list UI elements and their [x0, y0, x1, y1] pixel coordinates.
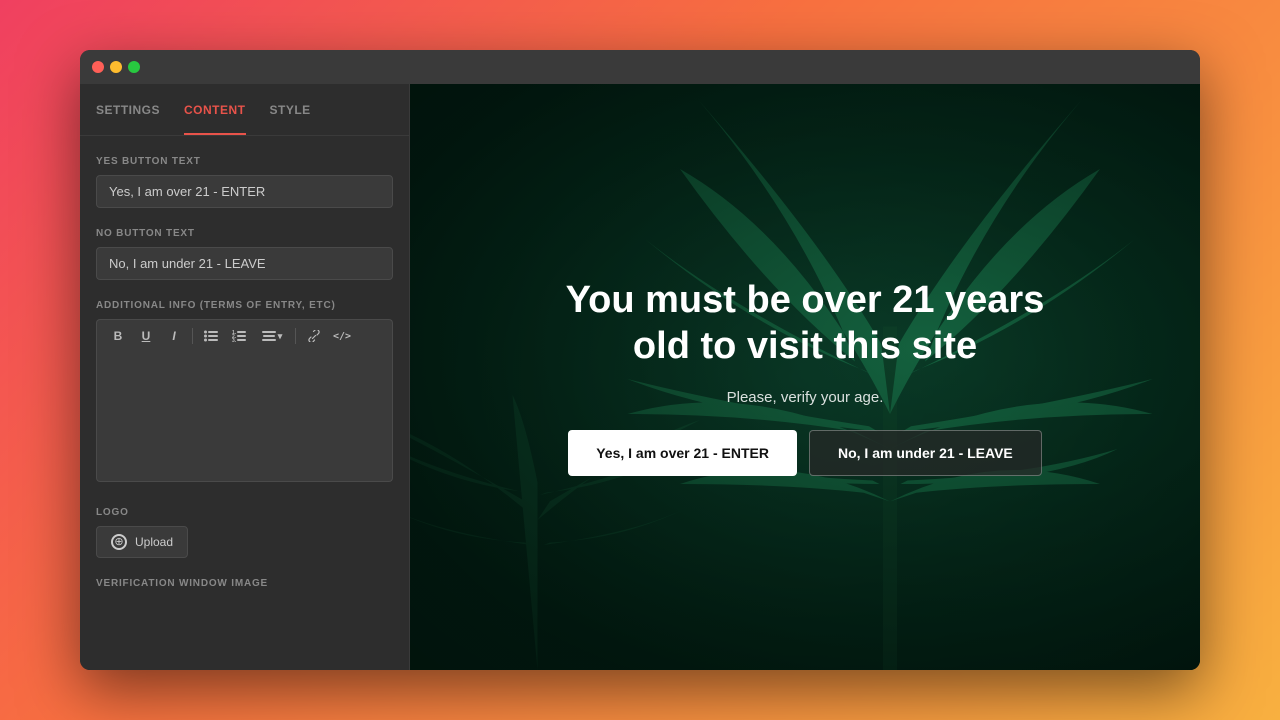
logo-label: LOGO: [96, 507, 393, 518]
ordered-list-button[interactable]: 1. 2. 3.: [226, 324, 252, 348]
yes-button-field-group: YES BUTTON TEXT: [96, 156, 393, 208]
rich-text-toolbar: B U I 1.: [96, 319, 393, 352]
titlebar: [80, 50, 1200, 84]
toolbar-divider-1: [192, 328, 193, 344]
code-button[interactable]: </>: [329, 324, 355, 348]
left-panel: SETTINGS CONTENT STYLE YES BUTTON TEXT: [80, 84, 410, 670]
upload-icon: ⊕: [111, 534, 127, 550]
unordered-list-button[interactable]: [198, 324, 224, 348]
traffic-light-yellow[interactable]: [110, 61, 122, 73]
preview-subtext: Please, verify your age.: [727, 389, 884, 406]
verification-window-label: VERIFICATION WINDOW IMAGE: [96, 578, 393, 589]
upload-button[interactable]: ⊕ Upload: [96, 526, 188, 558]
tab-content[interactable]: CONTENT: [184, 84, 246, 135]
preview-content: You must be over 21 years old to visit t…: [495, 278, 1115, 476]
additional-info-field-group: ADDITIONAL INFO (TERMS OF ENTRY, ETC) B …: [96, 300, 393, 487]
italic-button[interactable]: I: [161, 324, 187, 348]
toolbar-divider-2: [295, 328, 296, 344]
tab-bar: SETTINGS CONTENT STYLE: [80, 84, 409, 136]
additional-info-textarea[interactable]: [96, 352, 393, 482]
underline-button[interactable]: U: [133, 324, 159, 348]
preview-yes-button[interactable]: Yes, I am over 21 - ENTER: [568, 430, 797, 476]
right-panel: You must be over 21 years old to visit t…: [410, 84, 1200, 670]
no-button-field-group: NO BUTTON TEXT: [96, 228, 393, 280]
logo-field-group: LOGO ⊕ Upload: [96, 507, 393, 558]
traffic-light-red[interactable]: [92, 61, 104, 73]
app-window: SETTINGS CONTENT STYLE YES BUTTON TEXT: [80, 50, 1200, 670]
align-button[interactable]: ▾: [254, 324, 290, 348]
svg-text:3.: 3.: [232, 338, 237, 342]
tab-style[interactable]: STYLE: [270, 84, 311, 135]
tab-settings[interactable]: SETTINGS: [96, 84, 160, 135]
no-button-label: NO BUTTON TEXT: [96, 228, 393, 239]
traffic-lights: [92, 61, 140, 73]
main-area: SETTINGS CONTENT STYLE YES BUTTON TEXT: [80, 84, 1200, 670]
preview-buttons: Yes, I am over 21 - ENTER No, I am under…: [568, 430, 1042, 476]
yes-button-input[interactable]: [96, 175, 393, 208]
traffic-light-green[interactable]: [128, 61, 140, 73]
preview-background: You must be over 21 years old to visit t…: [410, 84, 1200, 670]
additional-info-label: ADDITIONAL INFO (TERMS OF ENTRY, ETC): [96, 300, 393, 311]
preview-heading: You must be over 21 years old to visit t…: [555, 278, 1055, 369]
verification-window-field-group: VERIFICATION WINDOW IMAGE: [96, 578, 393, 589]
preview-no-button[interactable]: No, I am under 21 - LEAVE: [809, 430, 1042, 476]
panel-content: YES BUTTON TEXT NO BUTTON TEXT ADDITIONA…: [80, 136, 409, 629]
no-button-input[interactable]: [96, 247, 393, 280]
yes-button-label: YES BUTTON TEXT: [96, 156, 393, 167]
link-button[interactable]: [301, 324, 327, 348]
bold-button[interactable]: B: [105, 324, 131, 348]
